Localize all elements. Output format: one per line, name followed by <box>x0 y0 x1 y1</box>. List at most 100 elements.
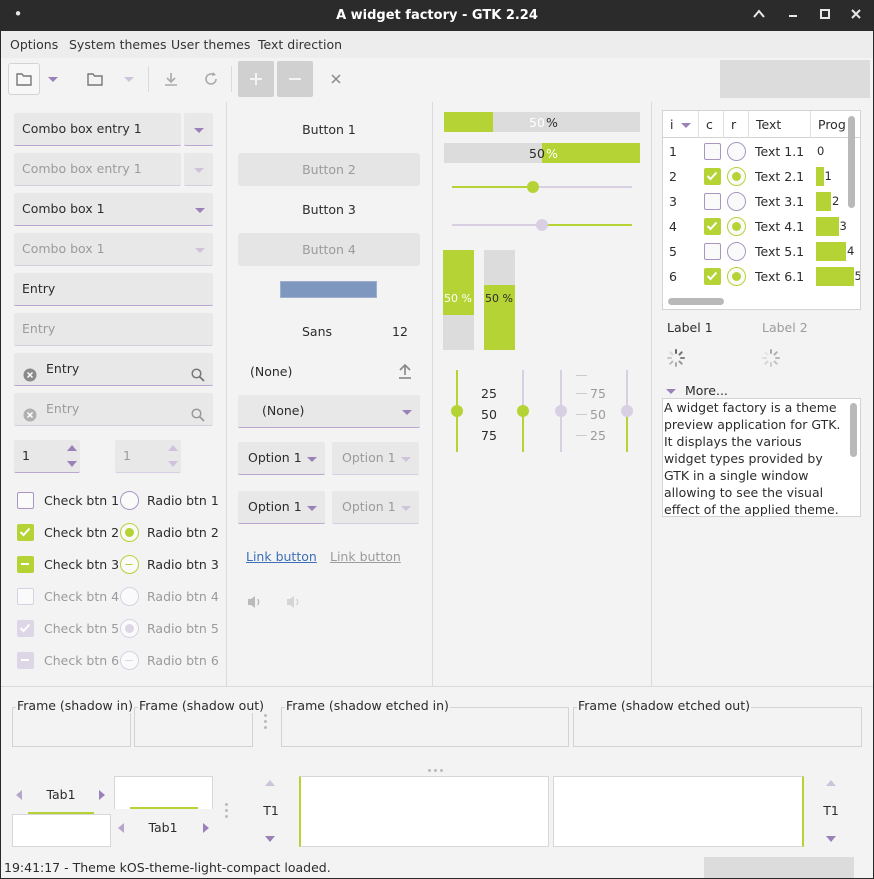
tab-tab1[interactable]: Tab1 <box>28 780 94 814</box>
tab-scroll-right-icon[interactable] <box>99 790 105 800</box>
search-entry[interactable]: Entry <box>14 353 213 386</box>
table-row[interactable]: 1 Text 1.1 0 <box>663 139 860 164</box>
tree-view[interactable]: i c r Text Prog 1 Text 1.1 0 2 Text 2.1 1 3 Tex… <box>662 110 861 310</box>
maximize-icon[interactable] <box>815 6 835 26</box>
tab-scroll-down-icon[interactable] <box>265 836 275 842</box>
scale-vertical-4[interactable] <box>621 370 633 452</box>
tab-t1-right[interactable]: T1 <box>816 797 846 825</box>
button-1[interactable]: Button 1 <box>238 113 420 146</box>
clear-icon[interactable] <box>23 362 37 394</box>
tab-scroll-down-icon[interactable] <box>826 836 836 842</box>
tab-scroll-up-icon[interactable] <box>826 780 836 786</box>
menu-user-themes[interactable]: User themes <box>171 37 250 52</box>
color-button[interactable] <box>280 281 377 298</box>
scale-horizontal-2[interactable] <box>452 219 632 231</box>
refresh-icon[interactable] <box>195 63 227 95</box>
option-menu-2[interactable]: Option 1 <box>238 491 325 524</box>
combo-box-none[interactable]: (None) <box>238 395 420 428</box>
row-checkbox[interactable] <box>704 243 721 260</box>
row-checkbox[interactable] <box>704 168 721 185</box>
row-radio[interactable] <box>727 242 746 261</box>
column-header-r[interactable]: r <box>731 117 736 132</box>
expander[interactable]: More... <box>666 383 728 398</box>
volume-icon[interactable] <box>246 594 264 613</box>
pane-handle[interactable] <box>225 803 229 821</box>
column-header-i[interactable]: i <box>670 117 692 132</box>
table-row[interactable]: 2 Text 2.1 1 <box>663 164 860 189</box>
scale-vertical-1[interactable] <box>451 370 463 452</box>
tab-scroll-left-icon[interactable] <box>118 823 124 833</box>
search-icon[interactable] <box>191 362 205 394</box>
combo-box-entry[interactable]: Combo box entry 1 <box>14 113 181 146</box>
row-radio[interactable] <box>727 267 746 286</box>
row-checkbox[interactable] <box>704 193 721 210</box>
folder-icon[interactable] <box>79 63 111 95</box>
file-chooser-label[interactable]: (None) <box>250 364 292 379</box>
vertical-scrollbar[interactable] <box>850 403 857 457</box>
row-radio[interactable] <box>727 142 746 161</box>
scale-handle[interactable] <box>536 219 548 231</box>
horizontal-scrollbar[interactable] <box>668 298 724 305</box>
column-header-c[interactable]: c <box>706 117 713 132</box>
check-button-1[interactable] <box>17 492 34 509</box>
link-button[interactable]: Link button <box>246 549 317 564</box>
radio-button-1[interactable] <box>120 491 139 510</box>
check-button-3[interactable] <box>17 556 34 573</box>
vertical-scrollbar[interactable] <box>848 116 855 208</box>
row-checkbox[interactable] <box>704 268 721 285</box>
radio-button-3[interactable] <box>120 555 139 574</box>
entry-field[interactable]: Entry <box>14 273 213 306</box>
dropdown-icon[interactable] <box>118 63 140 95</box>
spin-button[interactable]: 1 <box>14 440 80 473</box>
add-icon[interactable] <box>238 61 274 97</box>
folder-open-icon[interactable] <box>8 63 40 95</box>
tab-tab1-bottom[interactable]: Tab1 <box>129 814 197 842</box>
option-menu-1[interactable]: Option 1 <box>238 442 325 475</box>
table-row[interactable]: 6 Text 6.1 5 <box>663 264 860 289</box>
combo-box[interactable]: Combo box 1 <box>14 193 213 226</box>
font-name[interactable]: Sans <box>302 324 332 339</box>
row-radio[interactable] <box>727 192 746 211</box>
font-size[interactable]: 12 <box>392 324 408 339</box>
scale-handle[interactable] <box>517 405 529 417</box>
pane-handle[interactable] <box>264 714 268 732</box>
table-row[interactable]: 5 Text 5.1 4 <box>663 239 860 264</box>
scale-vertical-2[interactable] <box>517 370 529 452</box>
spin-down-icon[interactable] <box>67 461 77 467</box>
download-icon[interactable] <box>155 63 187 95</box>
column-header-prog[interactable]: Prog <box>818 117 846 132</box>
pane-handle[interactable] <box>428 760 443 775</box>
minimize-shade-icon[interactable] <box>749 6 769 26</box>
tab-t1-left[interactable]: T1 <box>256 797 286 825</box>
remove-icon[interactable] <box>277 61 313 97</box>
scale-handle[interactable] <box>621 405 633 417</box>
row-checkbox[interactable] <box>704 143 721 160</box>
menu-system-themes[interactable]: System themes <box>69 37 166 52</box>
close-icon[interactable] <box>320 63 352 95</box>
tab-scroll-up-icon[interactable] <box>265 780 275 786</box>
scale-handle[interactable] <box>527 181 539 193</box>
tab-scroll-right-icon[interactable] <box>203 823 209 833</box>
text-view-content[interactable]: A widget factory is a theme preview appl… <box>664 399 846 516</box>
column-header-text[interactable]: Text <box>756 117 781 132</box>
toolbar-entry[interactable] <box>720 60 870 98</box>
text-view[interactable]: A widget factory is a theme preview appl… <box>662 398 861 517</box>
upload-icon[interactable] <box>397 362 413 383</box>
minimize-icon[interactable] <box>783 6 803 26</box>
table-row[interactable]: 3 Text 3.1 2 <box>663 189 860 214</box>
scale-horizontal-1[interactable] <box>452 181 632 193</box>
spin-up-icon[interactable] <box>67 445 77 451</box>
combo-dropdown-button[interactable] <box>184 113 213 146</box>
row-checkbox[interactable] <box>704 218 721 235</box>
dropdown-icon[interactable] <box>42 63 64 95</box>
row-radio[interactable] <box>727 217 746 236</box>
tab-scroll-left-icon[interactable] <box>16 790 22 800</box>
button-3[interactable]: Button 3 <box>238 193 420 226</box>
row-radio[interactable] <box>727 167 746 186</box>
table-row[interactable]: 4 Text 4.1 3 <box>663 214 860 239</box>
menu-text-direction[interactable]: Text direction <box>258 37 342 52</box>
title-bar[interactable]: • A widget factory - GTK 2.24 <box>1 0 873 31</box>
check-button-2[interactable] <box>17 524 34 541</box>
close-window-icon[interactable] <box>846 6 866 26</box>
scale-handle[interactable] <box>451 405 463 417</box>
